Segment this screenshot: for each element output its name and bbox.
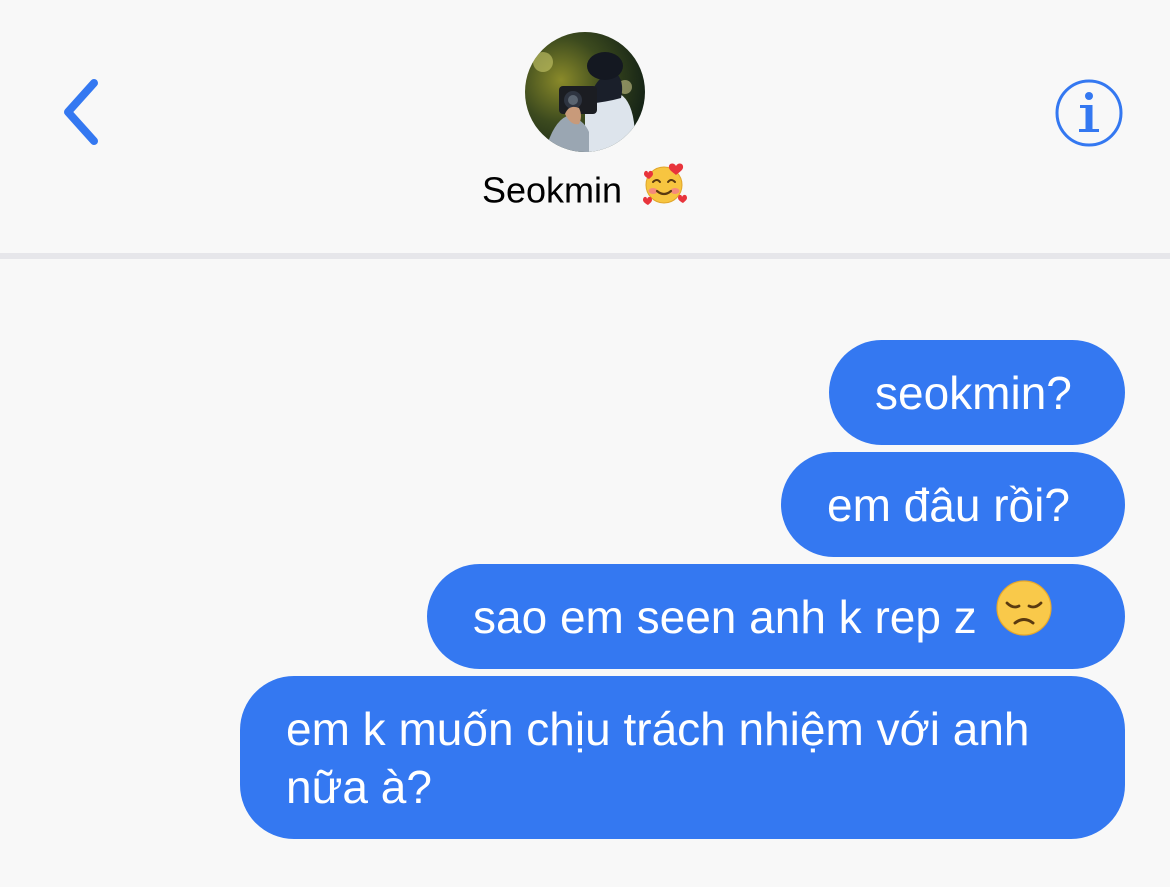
message-text: sao em seen anh k rep z xyxy=(473,590,977,643)
conversation-header: Seokmin xyxy=(0,0,1170,253)
disappointed-face-icon xyxy=(995,579,1053,650)
message-bubble-sent[interactable]: seokmin? xyxy=(829,340,1125,445)
contact-name-row[interactable]: Seokmin xyxy=(0,161,1170,222)
message-text: em k muốn chịu trách nhiệm với anh nữa à… xyxy=(286,703,1030,813)
avatar-photo xyxy=(525,32,645,152)
contact-avatar[interactable] xyxy=(525,32,645,152)
contact-name: Seokmin xyxy=(481,169,623,211)
smiling-face-with-hearts-icon xyxy=(642,161,688,219)
message-text: seokmin? xyxy=(875,366,1072,419)
message-bubble-sent[interactable]: em đâu rồi? xyxy=(781,452,1125,557)
message-bubble-sent[interactable]: em k muốn chịu trách nhiệm với anh nữa à… xyxy=(240,676,1125,839)
message-text: em đâu rồi? xyxy=(827,478,1070,531)
info-button[interactable] xyxy=(1052,76,1126,150)
back-button[interactable] xyxy=(48,72,112,152)
message-bubble-sent[interactable]: sao em seen anh k rep z xyxy=(427,564,1125,669)
info-circle-icon xyxy=(1055,79,1123,147)
header-divider xyxy=(0,253,1170,259)
chevron-left-icon xyxy=(64,79,98,145)
